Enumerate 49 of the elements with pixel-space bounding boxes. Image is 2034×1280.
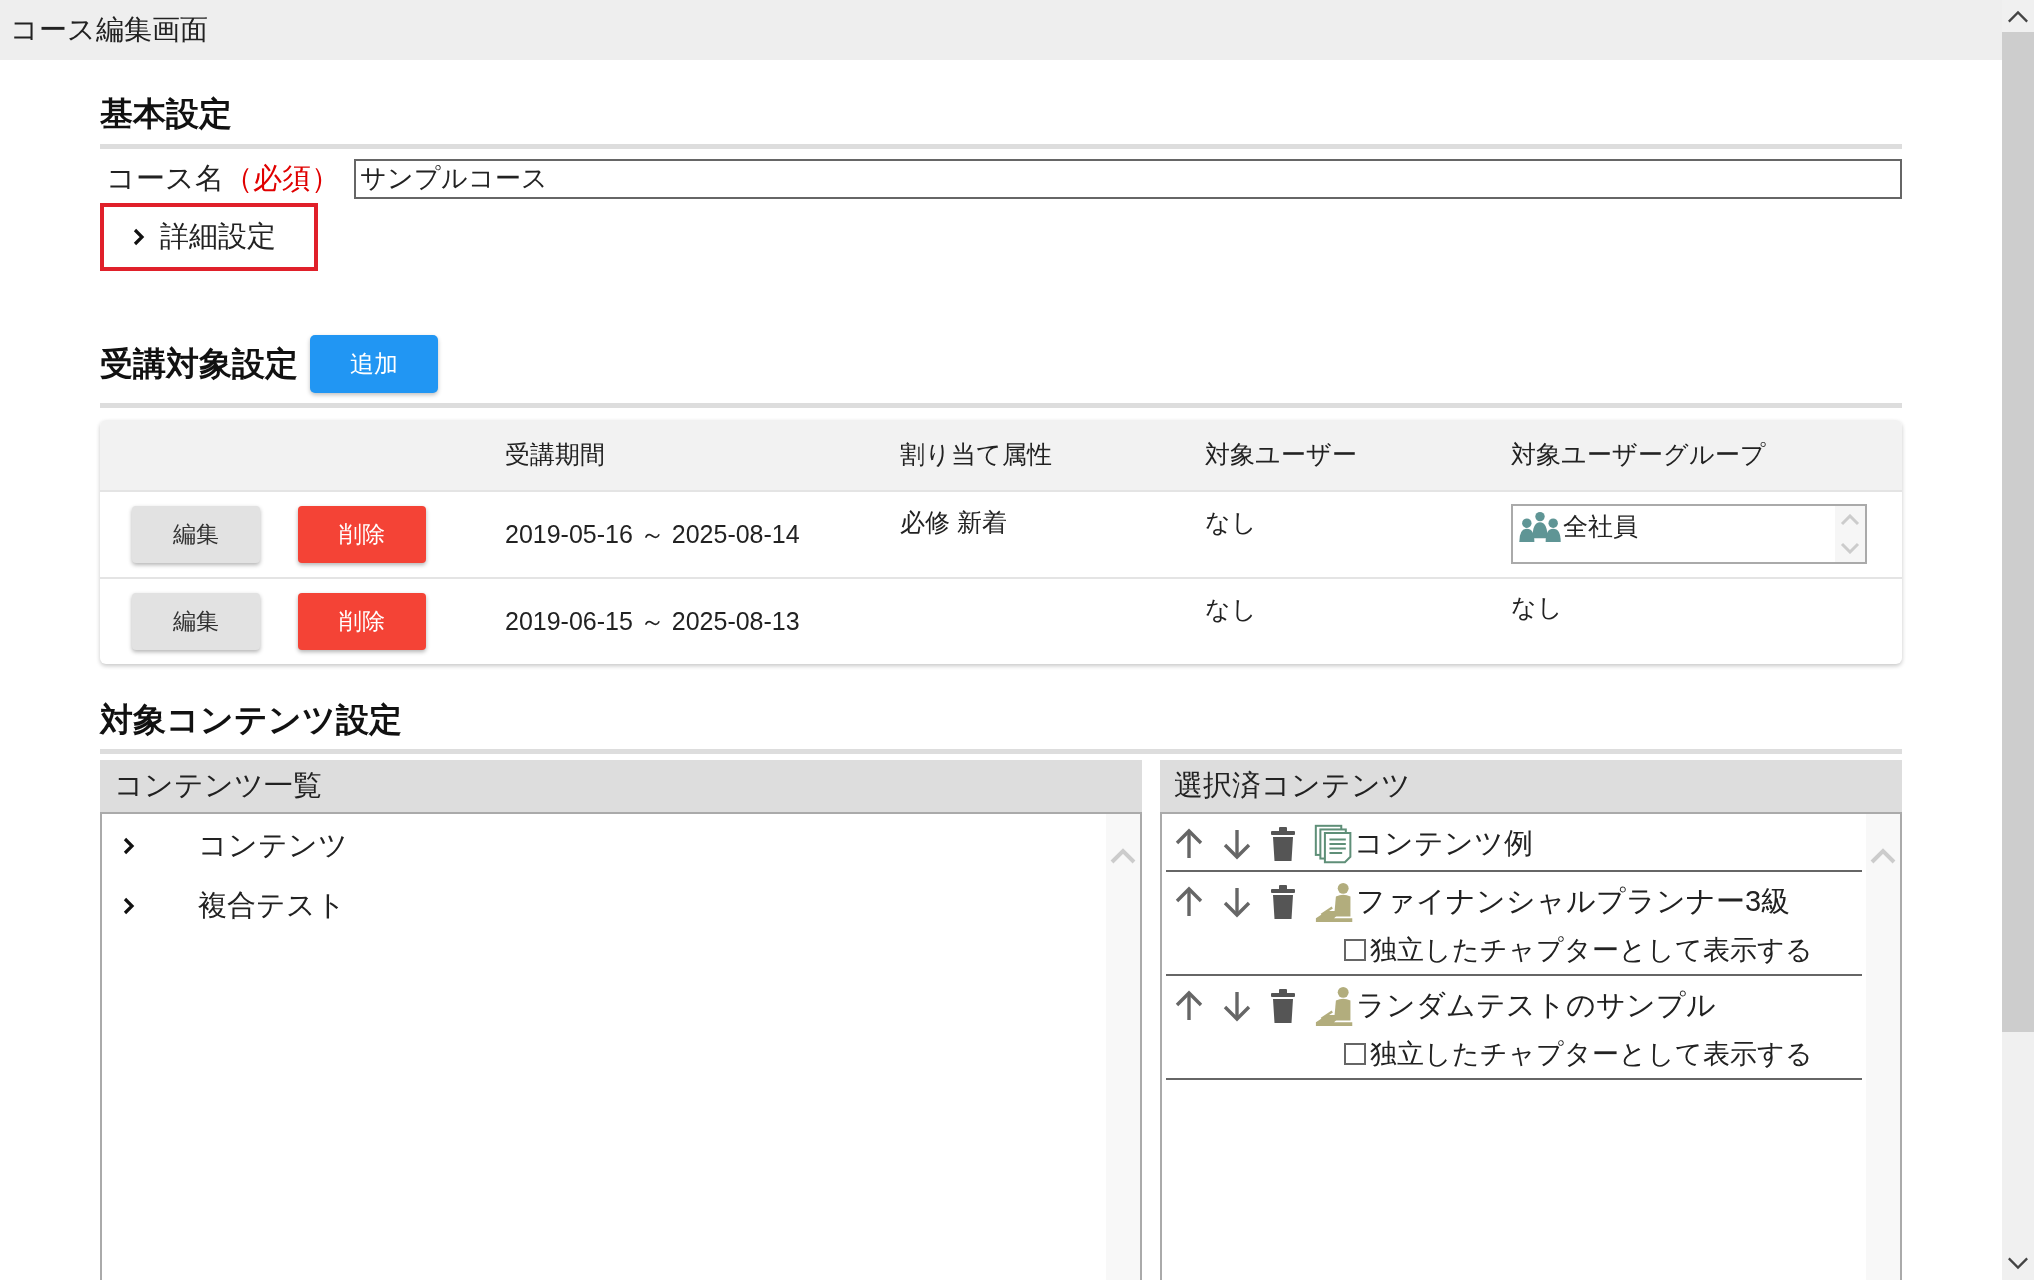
section-heading: 基本設定 <box>100 94 233 134</box>
scrollbar-thumb[interactable] <box>2002 32 2034 1032</box>
column-header: 受講期間 <box>505 439 606 471</box>
panel-title: 選択済コンテンツ <box>1174 768 1411 804</box>
course-name-field[interactable]: サンプルコース <box>354 158 1902 199</box>
scrollbar-track[interactable] <box>1106 814 1140 1280</box>
content-name: ファイナンシャルプランナー3級 <box>1356 884 1791 920</box>
tree-item[interactable]: コンテンツ <box>102 816 1106 877</box>
scroll-up-icon[interactable] <box>2007 10 2029 24</box>
user-group-icon <box>1517 510 1563 543</box>
move-down-icon[interactable] <box>1222 828 1252 861</box>
trash-icon[interactable] <box>1270 885 1296 920</box>
table-cell: なし <box>1205 507 1257 536</box>
edit-button[interactable]: 編集 <box>132 505 260 563</box>
move-down-icon[interactable] <box>1222 990 1252 1023</box>
scroll-down-icon[interactable] <box>2007 1256 2029 1270</box>
table-cell-text: 2019-06-15 ～ 2025-08-13 <box>505 605 800 637</box>
documents-icon <box>1314 824 1354 865</box>
delete-button[interactable]: 削除 <box>298 505 426 563</box>
trash-icon[interactable] <box>1270 989 1296 1024</box>
table-cell: なし <box>1205 594 1257 623</box>
trash-icon[interactable] <box>1270 827 1296 862</box>
page-scrollbar[interactable] <box>2002 0 2034 1280</box>
move-down-icon[interactable] <box>1222 886 1252 919</box>
chapter-checkbox[interactable]: 独立したチャプターとして表示する <box>1344 1036 1862 1073</box>
chevron-icon <box>132 226 146 247</box>
move-up-icon[interactable] <box>1174 990 1204 1023</box>
scrollbar-track[interactable] <box>1866 814 1900 1280</box>
course-name-label: コース名（必須） <box>105 160 341 196</box>
content-name: コンテンツ例 <box>1354 826 1533 862</box>
column-header: 割り当て属性 <box>900 439 1053 471</box>
chapter-checkbox[interactable]: 独立したチャプターとして表示する <box>1344 932 1862 969</box>
content-name: ランダムテストのサンプル <box>1356 988 1716 1024</box>
tree-item[interactable]: 複合テスト <box>102 876 1106 937</box>
window-title: コース編集画面 <box>10 13 208 47</box>
panel-title: コンテンツ一覧 <box>114 768 322 804</box>
move-up-icon[interactable] <box>1174 828 1204 861</box>
column-header: 対象ユーザーグループ <box>1511 439 1767 471</box>
table-cell: なし <box>1511 592 1563 621</box>
delete-button[interactable]: 削除 <box>298 592 426 650</box>
table-cell-text: 2019-05-16 ～ 2025-08-14 <box>505 518 800 550</box>
table-cell: 必修 新着 <box>900 507 1007 536</box>
section-heading: 受講対象設定 <box>100 343 298 384</box>
column-header: 対象ユーザー <box>1205 439 1358 471</box>
details-toggle[interactable]: 詳細設定 <box>100 202 318 271</box>
move-up-icon[interactable] <box>1174 886 1204 919</box>
group-name: 全社員 <box>1563 510 1638 542</box>
section-heading: 対象コンテンツ設定 <box>100 699 403 740</box>
edit-button[interactable]: 編集 <box>132 592 260 650</box>
